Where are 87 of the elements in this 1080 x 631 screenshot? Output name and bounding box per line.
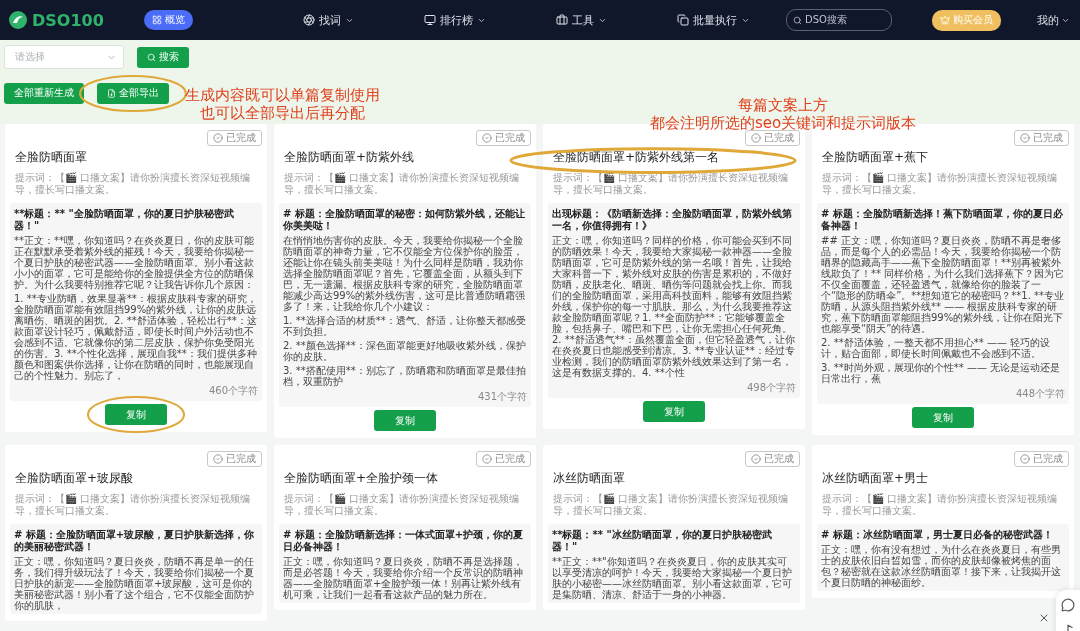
file-icon [107,89,116,98]
prompt-text: 提示词：【🎬 口播文案】请你扮演擅长资深短视频编导，擅长写口播文案。 [552,493,790,517]
article-heading: **标题：** "冰丝防晒面罩，你的夏日护肤秘密武器！" [552,529,773,553]
annotation-text: 生成内容既可以单篇复制使用 也可以全部导出后再分配 [185,86,380,122]
card-title: 全脸防晒面罩+防紫外线 [283,149,416,166]
article-paragraph: 正文：嘿，你知道吗？同样的价格，你可能会买到不同的防晒效果！今天，我要给大家揭秘一款神器——全脸防晒面罩，它可是防紫外线的第一名哦！首先，让我给大家科普一下，紫外线对皮肤的伤害是累积的，不做好防晒，皮肤老化、晒斑、晒伤等问题就会找上你。而我们的全脸防晒面罩，采用高科技面料，能够有效阻挡紫外线，保护你的每一寸肌肤。那么，为什么我要推荐这款全脸防晒面罩呢？1. **全面防护**：它能够覆盖全脸，包括鼻子、嘴巴和下巴，让你无需担心任何死角。2. **舒适透气**：虽然覆盖全面，但它轻盈透气，让你在炎炎夏日也能感受到清凉。3. **专业认证**：经过专业检测，我们的防晒面罩防紫外线效果达到了第一名，这是有数据支撑的。4. **个性 [552,235,796,378]
prompt-text: 提示词：【🎬 口播文案】请你扮演擅长资深短视频编导，擅长写口播文案。 [821,172,1059,196]
nav-item[interactable]: 排行榜 [423,12,486,28]
char-count: 498个字符 [746,381,796,395]
article-paragraph: 正文：嘿，你有没有想过，为什么在炎炎夏日，有些男士的皮肤依旧白皙如雪，而你的皮肤却像被烤焦的面包？秘密就在这款冰丝防晒面罩！接下来，让我揭开这个夏日防晒的神秘面纱。 [821,544,1062,588]
copy-button[interactable]: 复制 [643,401,705,422]
char-count: 460个字符 [208,384,258,398]
article-paragraph: **正文：**"你知道吗？在炎炎夏日，你的皮肤其实可以享受清凉的呵护！今天，我要给大家揭秘一个夏日护肤的小秘密——冰丝防晒面罩。别小看这款面罩，它可是集防晒、清凉、舒适于一身的小神器。 [552,556,793,600]
check-circle-icon [213,454,223,464]
card-title: 全脸防晒面罩 [14,149,88,166]
article-heading: # 标题：全脸防晒新选择！蕉下防晒面罩，你的夏日必备神器！ [821,208,1064,232]
status-badge: 已完成 [1014,130,1069,146]
overview-button[interactable]: 概览 [143,10,193,30]
check-circle-icon [751,454,761,464]
briefcase-icon [555,14,568,26]
select-field[interactable]: 请选择 [4,45,124,69]
grid-icon [151,15,162,25]
article-paragraph: 2. **颜色选择**：深色面罩能更好地吸收紫外线，保护你的皮肤。 [283,340,527,362]
logo-mark [8,10,28,30]
annotation-text: 每篇文案上方 都会注明所选的seo关键词和提示词版本 [650,96,917,132]
status-badge: 已完成 [476,451,531,467]
card-title: 全脸防晒面罩+全脸护颈一体 [283,470,440,487]
status-badge: 已完成 [745,130,800,146]
copy-button[interactable]: 复制 [374,410,436,431]
prompt-text: 提示词：【🎬 口播文案】请你扮演擅长资深短视频编导，擅长写口播文案。 [821,493,1059,517]
account-menu[interactable]: 我的 [1037,12,1070,28]
prompt-text: 提示词：【🎬 口播文案】请你扮演擅长资深短视频编导，擅长写口播文案。 [14,493,252,517]
status-badge: 已完成 [207,130,262,146]
article-paragraph: 3. **时尚外观，展现你的个性** —— 无论是运动还是日常出行，蕉 [821,362,1062,384]
article-paragraph: ## 正文：嘿，你知道吗？夏日炎炎，防晒不再是奢侈品，而是每个人的必需品！今天，我要给你揭秘一个防晒界的隐藏高手——蕉下全脸防晒面罩！**别再被紫外线欺负了！** 同样价格，为什么我们选择蕉下？因为它不仅全面覆盖，还轻盈透气，就像给你的脸装了一个“隐形的防晒伞”。**想知道它的秘密吗？**1. **专业防晒，从源头阻挡紫外线** —— 根据皮肤科专家的研究，蕉下防晒面罩能阻挡99%的紫外线，让你在阳光下也能享受“阴天”的待遇。 [821,235,1065,334]
copy-button[interactable]: 复制 [912,407,974,428]
check-circle-icon [482,454,492,464]
card-title: 冰丝防晒面罩+男士 [821,470,930,487]
prompt-text: 提示词：【🎬 口播文案】请你扮演擅长资深短视频编导，擅长写口播文案。 [283,493,521,517]
regenerate-all-button[interactable]: 全部重新生成 [4,83,84,104]
status-badge: 已完成 [745,451,800,467]
close-icon [1038,612,1050,624]
prompt-text: 提示词：【🎬 口播文案】请你扮演擅长资深短视频编导，擅长写口播文案。 [14,172,252,196]
article-paragraph: 正文：嘿，你知道吗？夏日炎炎，防晒不再是选择题，而是必答题！今天，我要给你介绍一个反常识的防晒神器——全脸防晒面罩+全脸护颈一体！别再让紫外线有机可乘，让我们一起看看这款产品的魅力所在。 [283,556,524,600]
article-paragraph: 正文：嘿，你知道吗？夏日炎炎，防晒不再是单一的任务，我们得升级玩法了！今天，我要给你们揭秘一个夏日护肤的新宠——全脸防晒面罩+玻尿酸，这可是你的美丽秘密武器！别小看了这个组合，它不仅能全面防护你的肌肤， [14,556,255,611]
aperture-icon [302,14,315,26]
check-circle-icon [751,133,761,143]
article-heading: # 标题：全脸防晒新选择：一体式面罩+护颈，你的夏日必备神器！ [283,529,525,553]
card-title: 冰丝防晒面罩 [552,470,626,487]
check-circle-icon [213,133,223,143]
article-heading: # 标题：全脸防晒面罩的秘密：如何防紫外线，还能让你美美哒！ [283,208,526,232]
nav-item[interactable]: 工具 [555,12,607,28]
article-paragraph: 1. **专业防晒，效果显著**：根据皮肤科专家的研究，全脸防晒面罩能有效阻挡99%的紫外线，让你的皮肤远离晒伤、晒斑的困扰。2. **舒适体验，轻松出行**：这款面罩设计轻巧，佩戴舒适，即使长时间户外活动也不会感到不适。它就像你的第二层皮肤，保护你免受阳光的伤害。3. **个性化选择，展现自我**：我们提供多种颜色和图案供你选择，让你在防晒的同时，也能展现自己的个性魅力。别忘了， [14,293,258,381]
article-paragraph: **正文：**嘿，你知道吗？在炎炎夏日，你的皮肤可能正在默默承受着紫外线的摧残！今天，我要给你揭秘一个夏日护肤的秘密武器——全脸防晒面罩。别小看这款小小的面罩，它可是能给你的全脸提供全方位的防晒保护。为什么我要特别推荐它呢？让我告诉你几个原因： [14,235,255,290]
char-count: 448个字符 [1015,387,1065,401]
nav-item[interactable]: 找词 [302,12,354,28]
chat-icon[interactable] [1061,598,1075,612]
card-title: 全脸防晒面罩+蕉下 [821,149,930,166]
copy-icon [676,14,689,26]
check-circle-icon [1020,454,1030,464]
monitor-icon [423,14,436,26]
search-icon [147,52,156,62]
article-heading: # 标题：全脸防晒面罩+玻尿酸，夏日护肤新选择，你的美丽秘密武器！ [14,529,256,553]
search-field[interactable]: DSO搜索 [786,9,892,31]
article-paragraph: 1. **选择合适的材质**：透气、舒适，让你整天都感受不到负担。 [283,315,527,337]
card-title: 全脸防晒面罩+玻尿酸 [14,470,135,487]
prompt-text: 提示词：【🎬 口播文案】请你扮演擅长资深短视频编导，擅长写口播文案。 [283,172,521,196]
article-paragraph: 2. **舒适体验，一整天都不用担心** —— 轻巧的设计，贴合面部，即使长时间佩戴也不会感到不适。 [821,337,1052,359]
search-button[interactable]: 搜索 [137,46,189,68]
article-heading: 出现标题：《防晒新选择：全脸防晒面罩，防紫外线第一名，你值得拥有！》 [552,208,793,232]
logo: DSO100 [32,10,104,30]
copy-button[interactable]: 复制 [105,404,167,425]
export-all-button[interactable]: 全部导出 [97,83,169,104]
article-heading: **标题：** "全脸防晒面罩，你的夏日护肤秘密武器！" [14,208,235,232]
close-button[interactable] [1038,612,1050,624]
status-badge: 已完成 [476,130,531,146]
search-icon [793,15,802,25]
check-circle-icon [482,133,492,143]
article-paragraph: 在悄悄地伤害你的皮肤。今天，我要给你揭秘一个全脸防晒面罩的神奇力量，它不仅能全方位保护你的脸蛋，还能让你在镜头前美美哒！为什么同样是防晒，我劝你选择全脸防晒面罩呢？首先，它覆盖全面，从额头到下巴，无一遗漏。根据皮肤科专家的研究，全脸防晒面罩能减少高达99%的紫外线伤害，这可是比普通防晒霜强多了！来，让我给你几个小建议： [283,235,527,312]
status-badge: 已完成 [1014,451,1069,467]
nav-item[interactable]: 批量执行 [676,12,750,28]
article-paragraph: 3. **搭配使用**：别忘了，防晒霜和防晒面罩是最佳拍档，双重防护 [283,365,527,387]
crown-icon [940,15,950,25]
article-heading: # 标题：冰丝防晒面罩，男士夏日必备的秘密武器！ [821,529,1054,541]
char-count: 431个字符 [477,390,527,404]
check-circle-icon [1020,133,1030,143]
status-badge: 已完成 [207,451,262,467]
